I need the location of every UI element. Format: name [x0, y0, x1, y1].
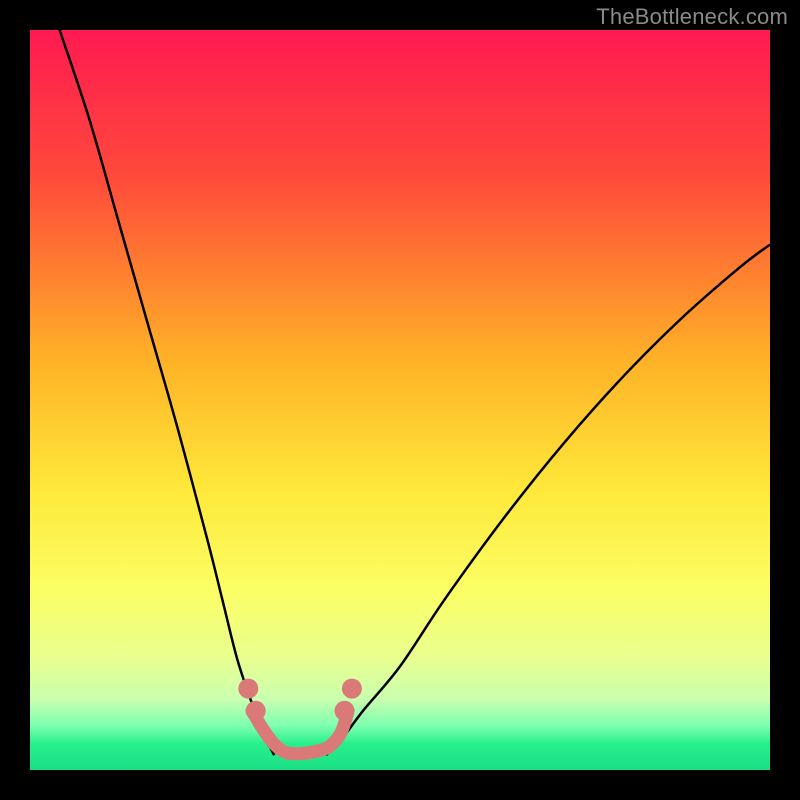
- left-marker-lower: [246, 701, 266, 721]
- left-marker-upper: [238, 679, 258, 699]
- chart-frame: TheBottleneck.com: [0, 0, 800, 800]
- bottom-segment: [252, 711, 348, 754]
- right-marker-upper: [335, 701, 355, 721]
- right-curve: [326, 245, 770, 756]
- right-marker-lower: [342, 679, 362, 699]
- left-curve: [60, 30, 275, 755]
- plot-area: [30, 30, 770, 770]
- curves-layer: [30, 30, 770, 770]
- watermark-text: TheBottleneck.com: [596, 4, 788, 30]
